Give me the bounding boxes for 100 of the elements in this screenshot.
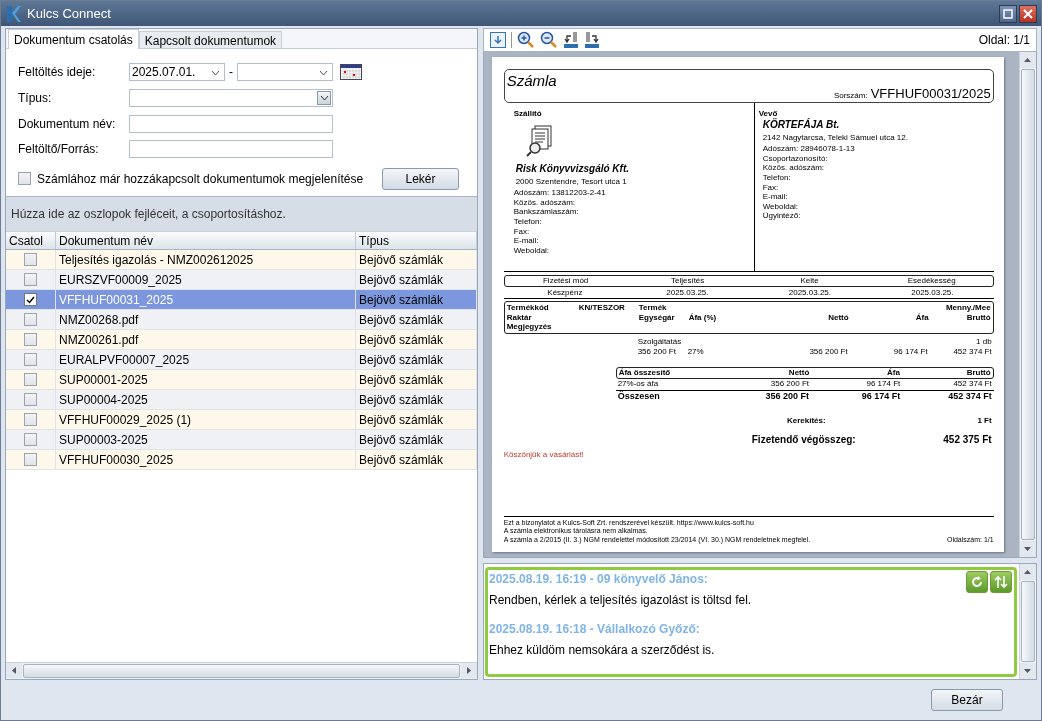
table-row[interactable]: VFFHUF00030_2025 Bejövő számlák: [6, 450, 477, 470]
download-icon[interactable]: [490, 32, 506, 48]
table-cell: SUP00001-2025: [56, 370, 356, 389]
document-name-field[interactable]: [129, 114, 333, 133]
table-cell: SUP00003-2025: [56, 430, 356, 449]
column-header[interactable]: Típus: [356, 232, 477, 249]
number-label: Sorszám:: [833, 91, 868, 101]
table-row[interactable]: VFFHUF00031_2025 Bejövő számlák: [6, 290, 477, 310]
attach-checkbox[interactable]: [24, 433, 37, 446]
table-row[interactable]: EURSZVF00009_2025 Bejövő számlák: [6, 270, 477, 290]
thank-you-note: Köszönjük a vásárlást!: [503, 449, 585, 460]
dropdown-button[interactable]: [317, 91, 331, 105]
attach-checkbox[interactable]: [24, 293, 37, 306]
buyer-detail: Csoportazonosító:: [762, 153, 829, 164]
attach-checkbox[interactable]: [24, 393, 37, 406]
party-heading: Szállító: [513, 109, 543, 119]
attach-checkbox[interactable]: [24, 253, 37, 266]
field-label: Dokumentum név:: [18, 116, 117, 131]
message-header: 2025.08.19. 16:19 - 09 könyvelő János:: [489, 572, 708, 586]
tab[interactable]: Kapcsolt dokumentumok: [138, 31, 283, 48]
scroll-up-icon[interactable]: [1019, 52, 1036, 68]
close-dialog-button[interactable]: Bezár: [931, 689, 1003, 711]
attach-checkbox[interactable]: [24, 353, 37, 366]
date-from-field[interactable]: 2025.07.01.: [129, 63, 225, 82]
attach-checkbox[interactable]: [24, 453, 37, 466]
rotate-left-icon[interactable]: [563, 31, 579, 49]
fetch-button[interactable]: Lekér: [382, 167, 459, 190]
zoom-in-icon[interactable]: [517, 31, 535, 49]
vat-summary-cell-text: 96 174 Ft: [865, 378, 901, 389]
item-cell-text: 27%: [687, 346, 705, 357]
table-cell: Bejövő számlák: [356, 390, 477, 409]
column-header: Bruttó: [965, 312, 991, 323]
table-cell: Bejövő számlák: [356, 450, 477, 469]
scrollbar[interactable]: [1019, 564, 1036, 679]
attach-checkbox[interactable]: [24, 413, 37, 426]
table-cell: NMZ00268.pdf: [56, 310, 356, 329]
invoice-number: VFFHUF00031/2025: [870, 86, 991, 102]
scroll-down-icon[interactable]: [1020, 663, 1036, 679]
scroll-left-icon[interactable]: [6, 663, 22, 678]
scroll-right-icon[interactable]: [461, 663, 477, 678]
uploader-field[interactable]: [129, 140, 333, 159]
column-header: Termékkód: [506, 303, 550, 313]
scroll-up-icon[interactable]: [1020, 564, 1036, 580]
attach-checkbox[interactable]: [24, 373, 37, 386]
vat-summary-cell-text: 452 374 Ft: [947, 391, 992, 403]
table-cell: SUP00004-2025: [56, 390, 356, 409]
table-row[interactable]: Teljesítés igazolás - NMZ002612025 Bejövő számlák: [6, 250, 477, 270]
close-button[interactable]: [1019, 4, 1037, 23]
seller-detail: Telefon:: [513, 216, 543, 227]
scroll-down-icon[interactable]: [1019, 541, 1036, 557]
column-header[interactable]: Dokumentum név: [56, 232, 356, 249]
payment-value: 2025.03.25.: [910, 287, 955, 298]
attach-checkbox[interactable]: [24, 273, 37, 286]
rounding-value: 1 Ft: [976, 416, 992, 426]
payment-column-header: Kelte: [799, 276, 820, 286]
column-header: Áfa (%): [688, 312, 718, 323]
table-row[interactable]: SUP00001-2025 Bejövő számlák: [6, 370, 477, 390]
tab[interactable]: Dokumentum csatolás: [8, 29, 139, 49]
table-cell: Bejövő számlák: [356, 330, 477, 349]
rotate-right-icon[interactable]: [584, 31, 600, 49]
table-row[interactable]: NMZ00261.pdf Bejövő számlák: [6, 330, 477, 350]
payment-value: 2025.03.25.: [787, 287, 833, 298]
table-row[interactable]: SUP00003-2025 Bejövő számlák: [6, 430, 477, 450]
table-row[interactable]: EURALPVF00007_2025 Bejövő számlák: [6, 350, 477, 370]
sort-button[interactable]: [990, 571, 1012, 593]
table-row[interactable]: VFFHUF00029_2025 (1) Bejövő számlák: [6, 410, 477, 430]
close-icon: [1023, 8, 1033, 19]
zoom-out-icon[interactable]: [540, 31, 558, 49]
column-header: Termék: [638, 303, 668, 313]
scrollbar[interactable]: [1018, 52, 1036, 557]
table-cell: Teljesítés igazolás - NMZ002612025: [56, 250, 356, 269]
scrollbar[interactable]: [6, 662, 477, 679]
checkbox-label[interactable]: Számlához már hozzákapcsolt dokumentumok megjelenítése: [37, 171, 364, 186]
checkbox[interactable]: [18, 172, 31, 186]
message-text: Ehhez küldöm nemsokára a szerződést is.: [489, 643, 715, 657]
window-title: Kulcs Connect: [27, 6, 111, 21]
caret-icon: [211, 70, 220, 77]
table-cell: Bejövő számlák: [356, 430, 477, 449]
buyer-detail: Fax:: [762, 182, 780, 193]
column-header[interactable]: Csatol: [6, 232, 56, 249]
date-to-field[interactable]: [237, 63, 333, 82]
seller-detail: Közös. adószám:: [513, 197, 577, 208]
seller-detail: E-mail:: [513, 236, 540, 246]
table-cell: Bejövő számlák: [356, 350, 477, 369]
table-row[interactable]: SUP00004-2025 Bejövő számlák: [6, 390, 477, 410]
column-header: Raktár: [506, 312, 533, 323]
calendar-icon[interactable]: [340, 64, 362, 81]
table-row[interactable]: NMZ00268.pdf Bejövő számlák: [6, 310, 477, 330]
item-cell-text: 356 200 Ft: [637, 346, 677, 357]
refresh-button[interactable]: [966, 571, 988, 593]
table-cell: Bejövő számlák: [356, 290, 477, 309]
buyer-detail: Telefon:: [762, 172, 792, 183]
item-cell-text: 1 db: [975, 336, 992, 347]
vat-summary-cell-text: 356 200 Ft: [769, 378, 809, 389]
column-header: Áfa: [886, 368, 900, 378]
column-header: Nettó: [787, 368, 810, 378]
attach-checkbox[interactable]: [24, 313, 37, 326]
attach-checkbox[interactable]: [24, 333, 37, 346]
column-header: Megjegyzés: [506, 322, 553, 332]
maximize-button[interactable]: [999, 4, 1017, 23]
